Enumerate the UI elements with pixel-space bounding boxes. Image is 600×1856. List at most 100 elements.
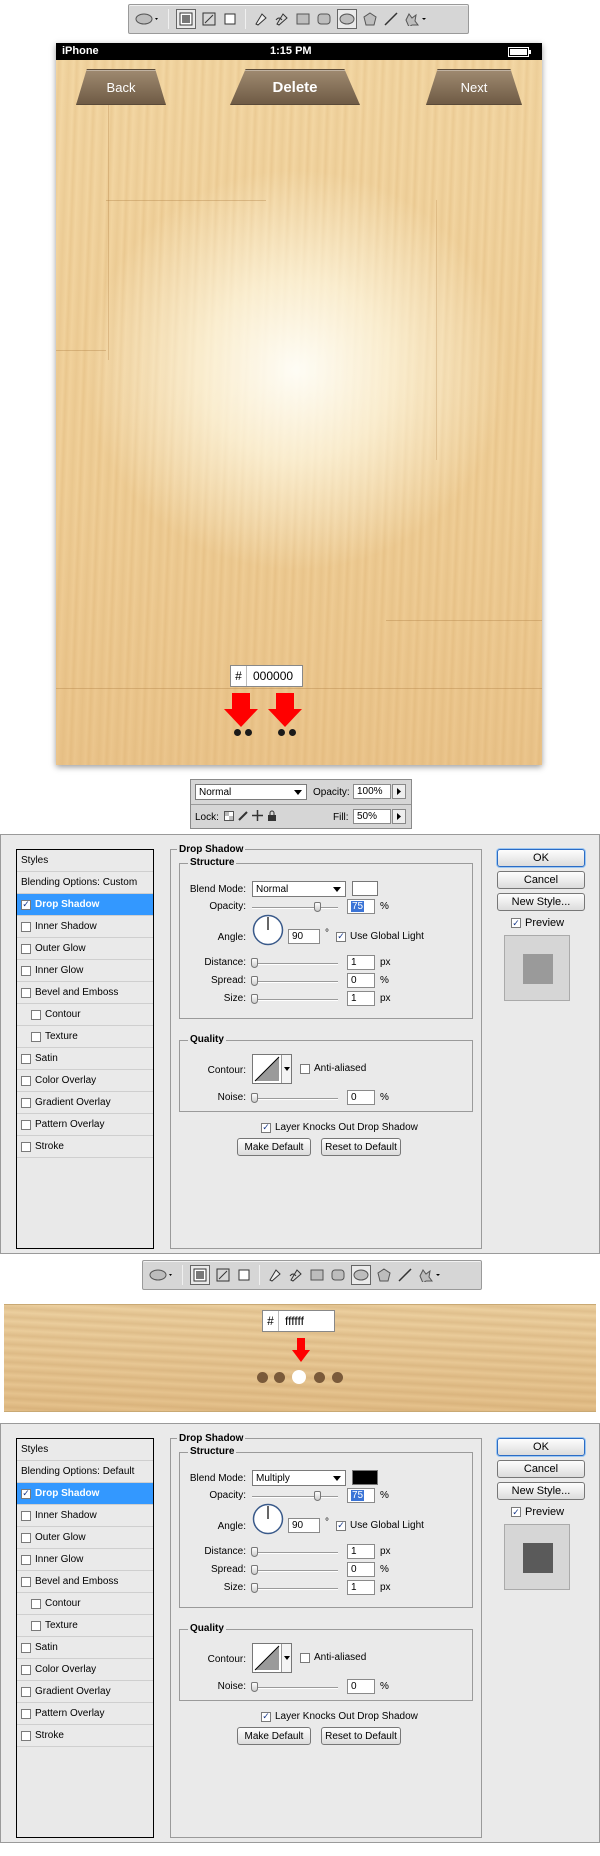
polygon-tool-icon[interactable]	[362, 11, 378, 27]
checkbox-checked[interactable]: ✓	[261, 1711, 271, 1722]
checkbox-unchecked[interactable]	[31, 1620, 41, 1631]
checkbox-checked[interactable]: ✓	[261, 1122, 271, 1133]
delete-button[interactable]: Delete	[230, 69, 360, 105]
style-item[interactable]: Color Overlay	[17, 1659, 153, 1681]
ok-button[interactable]: OK	[497, 849, 585, 867]
checkbox-checked[interactable]: ✓	[511, 918, 521, 928]
global-light-checkbox[interactable]: ✓ Use Global Light	[336, 931, 424, 942]
checkbox-unchecked[interactable]	[31, 1598, 41, 1609]
angle-dial-icon[interactable]	[252, 1503, 284, 1535]
blend-mode-select[interactable]: Multiply	[252, 1470, 346, 1486]
checkbox-unchecked[interactable]	[21, 1664, 31, 1675]
make-default-button[interactable]: Make Default	[237, 1138, 311, 1156]
preview-checkbox[interactable]: ✓ Preview	[511, 917, 564, 929]
opacity-slider-thumb[interactable]	[314, 902, 321, 912]
distance-field[interactable]: 1	[347, 955, 375, 970]
hex-color-field-white[interactable]: # ffffff	[262, 1310, 335, 1332]
drop-shadow-row[interactable]: ✓ Drop Shadow	[17, 894, 153, 916]
contour-picker[interactable]	[252, 1643, 292, 1673]
noise-slider[interactable]	[251, 1682, 338, 1692]
new-style-button[interactable]: New Style...	[497, 1482, 585, 1500]
style-item[interactable]: Inner Shadow	[17, 1505, 153, 1527]
opacity-field[interactable]: 75	[347, 899, 375, 914]
style-item[interactable]: Satin	[17, 1637, 153, 1659]
spread-slider-thumb[interactable]	[251, 976, 258, 986]
line-tool-icon[interactable]	[397, 1267, 413, 1283]
layer-opacity-field[interactable]: 100%	[353, 784, 391, 799]
noise-field[interactable]: 0	[347, 1679, 375, 1694]
style-item[interactable]: Bevel and Emboss	[17, 1571, 153, 1593]
checkbox-unchecked[interactable]	[31, 1009, 41, 1020]
spread-slider[interactable]	[251, 1565, 338, 1575]
size-field[interactable]: 1	[347, 1580, 375, 1595]
opacity-arrow-button[interactable]	[392, 784, 406, 799]
lock-transparent-icon[interactable]	[224, 811, 234, 824]
anti-aliased-checkbox[interactable]: Anti-aliased	[300, 1063, 366, 1074]
spread-field[interactable]: 0	[347, 973, 375, 988]
checkbox-unchecked[interactable]	[21, 1686, 31, 1697]
paths-icon[interactable]	[201, 11, 217, 27]
distance-slider[interactable]	[251, 1547, 338, 1557]
shape-layers-icon[interactable]	[176, 9, 196, 29]
style-item[interactable]: Texture	[17, 1615, 153, 1637]
lock-all-icon[interactable]	[267, 810, 277, 824]
checkbox-checked[interactable]: ✓	[21, 1488, 31, 1499]
styles-header[interactable]: Styles	[17, 850, 153, 872]
freeform-pen-icon[interactable]	[274, 11, 290, 27]
style-item[interactable]: Contour	[17, 1593, 153, 1615]
knockout-checkbox[interactable]: ✓ Layer Knocks Out Drop Shadow	[261, 1711, 418, 1722]
checkbox-unchecked[interactable]	[21, 943, 31, 954]
ellipse-shape-icon[interactable]	[337, 9, 357, 29]
style-item[interactable]: Bevel and Emboss	[17, 982, 153, 1004]
fill-arrow-button[interactable]	[392, 809, 406, 824]
size-slider-thumb[interactable]	[251, 1583, 258, 1593]
rounded-rectangle-icon[interactable]	[316, 11, 332, 27]
style-item[interactable]: Texture	[17, 1026, 153, 1048]
checkbox-unchecked[interactable]	[21, 921, 31, 932]
spread-slider-thumb[interactable]	[251, 1565, 258, 1575]
style-item[interactable]: Gradient Overlay	[17, 1681, 153, 1703]
page-dot[interactable]	[314, 1372, 325, 1383]
checkbox-unchecked[interactable]	[21, 1730, 31, 1741]
reset-default-button[interactable]: Reset to Default	[321, 1727, 401, 1745]
lock-move-icon[interactable]	[252, 810, 263, 824]
new-style-button[interactable]: New Style...	[497, 893, 585, 911]
pen-tool-icon[interactable]	[267, 1267, 283, 1283]
distance-slider-thumb[interactable]	[251, 1547, 258, 1557]
styles-header[interactable]: Styles	[17, 1439, 153, 1461]
page-dot[interactable]	[245, 729, 252, 736]
checkbox-unchecked[interactable]	[21, 1141, 31, 1152]
page-dot-active[interactable]	[292, 1370, 306, 1384]
noise-field[interactable]: 0	[347, 1090, 375, 1105]
opacity-slider-thumb[interactable]	[314, 1491, 321, 1501]
knockout-checkbox[interactable]: ✓ Layer Knocks Out Drop Shadow	[261, 1122, 418, 1133]
page-dot[interactable]	[278, 729, 285, 736]
style-item[interactable]: Inner Shadow	[17, 916, 153, 938]
cancel-button[interactable]: Cancel	[497, 1460, 585, 1478]
back-button[interactable]: Back	[76, 69, 166, 105]
size-field[interactable]: 1	[347, 991, 375, 1006]
custom-shape-icon[interactable]	[404, 11, 428, 27]
pen-tool-icon[interactable]	[253, 11, 269, 27]
ellipse-tool-icon[interactable]	[135, 11, 161, 27]
checkbox-unchecked[interactable]	[21, 1510, 31, 1521]
opacity-slider[interactable]	[252, 1491, 338, 1501]
rectangle-tool-icon[interactable]	[309, 1267, 325, 1283]
page-dot[interactable]	[274, 1372, 285, 1383]
reset-default-button[interactable]: Reset to Default	[321, 1138, 401, 1156]
checkbox-unchecked[interactable]	[21, 987, 31, 998]
freeform-pen-icon[interactable]	[288, 1267, 304, 1283]
checkbox-checked[interactable]: ✓	[21, 899, 31, 910]
custom-shape-icon[interactable]	[418, 1267, 442, 1283]
style-item[interactable]: Outer Glow	[17, 1527, 153, 1549]
distance-field[interactable]: 1	[347, 1544, 375, 1559]
checkbox-unchecked[interactable]	[21, 1532, 31, 1543]
anti-aliased-checkbox[interactable]: Anti-aliased	[300, 1652, 366, 1663]
noise-slider-thumb[interactable]	[251, 1682, 258, 1692]
cancel-button[interactable]: Cancel	[497, 871, 585, 889]
fill-pixels-icon[interactable]	[236, 1267, 252, 1283]
shadow-color-swatch[interactable]	[352, 1470, 378, 1485]
blend-mode-select[interactable]: Normal	[252, 881, 346, 897]
checkbox-checked[interactable]: ✓	[336, 931, 346, 942]
style-item[interactable]: Gradient Overlay	[17, 1092, 153, 1114]
